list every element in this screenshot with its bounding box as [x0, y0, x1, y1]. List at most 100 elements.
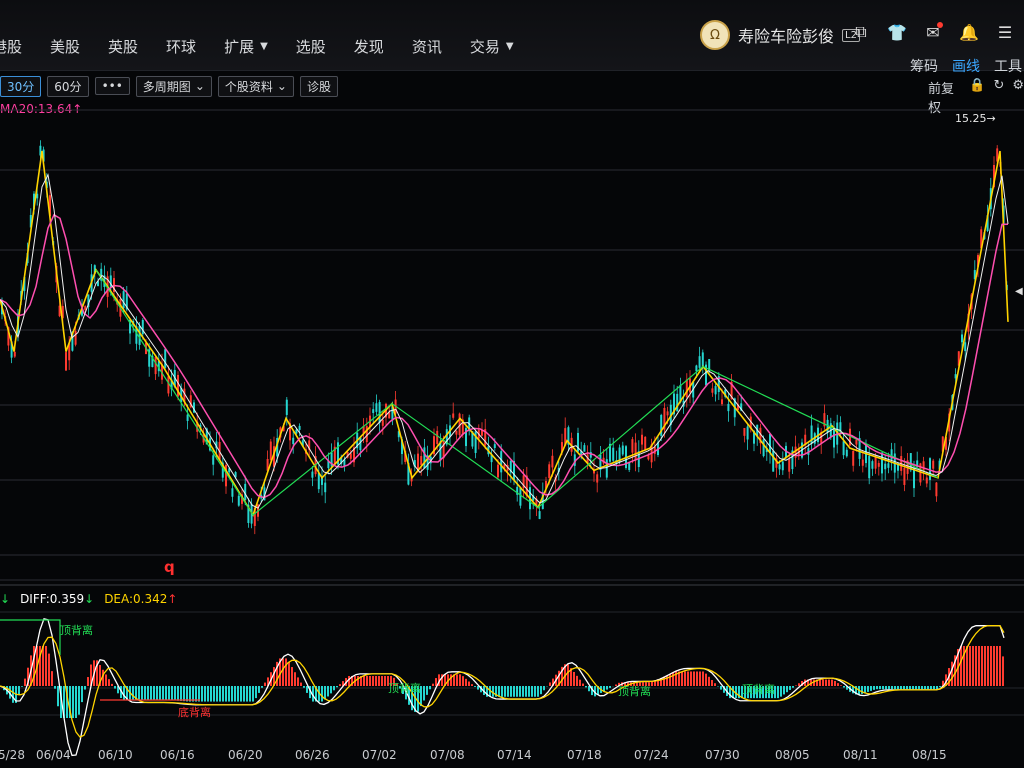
- macd-bar: [936, 686, 938, 690]
- macd-bar: [462, 676, 464, 686]
- macd-bar: [456, 674, 458, 686]
- macd-bar: [507, 686, 509, 697]
- macd-bar: [282, 658, 284, 686]
- macd-bar: [837, 683, 839, 686]
- macd-bar: [321, 686, 323, 702]
- candle-body: [874, 456, 877, 469]
- candle-body: [964, 342, 967, 352]
- candle-body: [778, 464, 781, 470]
- macd-bar: [204, 686, 206, 702]
- macd-bar: [861, 686, 863, 694]
- candle-body: [852, 450, 855, 466]
- candle-body: [666, 411, 669, 416]
- candle-body: [65, 352, 67, 371]
- macd-bar: [225, 686, 227, 702]
- macd-bar: [324, 686, 326, 700]
- macd-bar: [468, 681, 470, 686]
- candle-body: [932, 460, 935, 469]
- candle-body: [612, 447, 615, 461]
- ma-lines: [0, 173, 1009, 509]
- macd-bar: [510, 686, 512, 697]
- macd-bar: [870, 686, 872, 691]
- macd-bar: [873, 686, 875, 690]
- macd-bar: [285, 658, 287, 686]
- macd-bar: [162, 686, 164, 700]
- macd-bar: [363, 676, 365, 686]
- candle-body: [935, 482, 938, 497]
- candle-body: [842, 441, 845, 456]
- macd-bar: [132, 686, 134, 700]
- macd-bar: [474, 686, 476, 687]
- macd-bar: [900, 686, 902, 690]
- macd-bar: [576, 675, 578, 686]
- x-axis: 5/28 06/04 06/10 06/16 06/20 06/26 07/02…: [0, 748, 1024, 768]
- candle-body: [714, 386, 717, 395]
- macd-bar: [75, 686, 77, 718]
- diff-value: DIFF:0.359↓: [20, 592, 95, 606]
- macd-bar: [777, 686, 779, 699]
- macd-bar: [195, 686, 197, 702]
- macd-bar: [969, 646, 971, 686]
- divergence-label: 顶背离: [60, 624, 93, 637]
- candle-body: [186, 414, 189, 421]
- candle-body: [877, 462, 880, 467]
- macd-bar: [840, 685, 842, 686]
- macd-bar: [258, 686, 260, 693]
- macd-bar: [174, 686, 176, 701]
- macd-bar: [990, 646, 992, 686]
- macd-bar: [192, 686, 194, 702]
- macd-bar: [300, 682, 302, 686]
- divergence-label: 顶背离: [742, 683, 775, 696]
- price-chart[interactable]: [0, 0, 1024, 768]
- macd-bar: [288, 661, 290, 686]
- candle-body: [381, 419, 384, 426]
- macd-bar: [210, 686, 212, 702]
- macd-bar: [150, 686, 152, 700]
- macd-bar: [144, 686, 146, 700]
- macd-bar: [927, 686, 929, 690]
- macd-bar: [186, 686, 188, 702]
- x-tick: 07/30: [705, 748, 740, 762]
- candle-body: [452, 413, 455, 418]
- arrow-up-icon: ↑: [167, 592, 178, 606]
- q-marker: q: [164, 558, 175, 576]
- macd-bar: [525, 686, 527, 697]
- x-tick: 07/14: [497, 748, 532, 762]
- macd-bar: [783, 686, 785, 695]
- macd-bar: [423, 686, 425, 701]
- macd-bar: [693, 671, 695, 686]
- macd-bar: [84, 686, 86, 690]
- macd-bar: [201, 686, 203, 702]
- macd-bar: [246, 686, 248, 702]
- arrow-down-icon: ↓: [0, 592, 11, 606]
- macd-bar: [297, 677, 299, 686]
- divergence-label: 顶背离: [618, 685, 651, 698]
- macd-bar: [504, 686, 506, 697]
- candle-body: [890, 449, 893, 460]
- macd-bar: [528, 686, 530, 697]
- macd-bar: [222, 686, 224, 702]
- macd-bar: [792, 686, 794, 688]
- macd-bar: [207, 686, 209, 702]
- candle-body: [701, 352, 704, 368]
- macd-bar: [543, 686, 545, 691]
- macd-bar: [978, 646, 980, 686]
- macd-bar: [24, 678, 26, 686]
- macd-bar: [708, 676, 710, 686]
- macd-bar: [45, 646, 47, 686]
- macd-bar: [795, 685, 797, 686]
- macd-bar: [255, 686, 257, 699]
- candle-body: [212, 455, 215, 465]
- macd-bar: [831, 679, 833, 686]
- macd-bar: [960, 646, 962, 686]
- macd-bar: [843, 686, 845, 688]
- macd-bar: [72, 686, 74, 718]
- macd-bar: [372, 676, 374, 686]
- x-tick: 08/11: [843, 748, 878, 762]
- candle-body: [551, 455, 554, 468]
- macd-bar: [876, 686, 878, 690]
- macd-bar: [981, 646, 983, 686]
- macd-bar: [21, 686, 23, 687]
- macd-bar: [81, 686, 83, 703]
- macd-bar: [696, 671, 698, 686]
